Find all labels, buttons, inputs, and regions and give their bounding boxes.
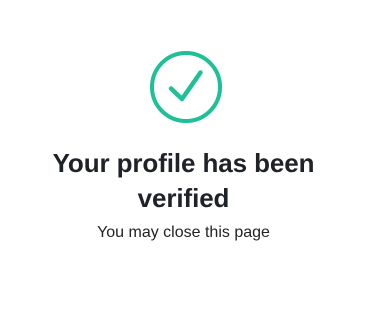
status-message: You may close this page [97,224,270,241]
check-circle-icon [150,51,222,123]
page-title: Your profile has been verified [52,148,315,213]
verification-page: Your profile has been verified You may c… [0,0,367,327]
